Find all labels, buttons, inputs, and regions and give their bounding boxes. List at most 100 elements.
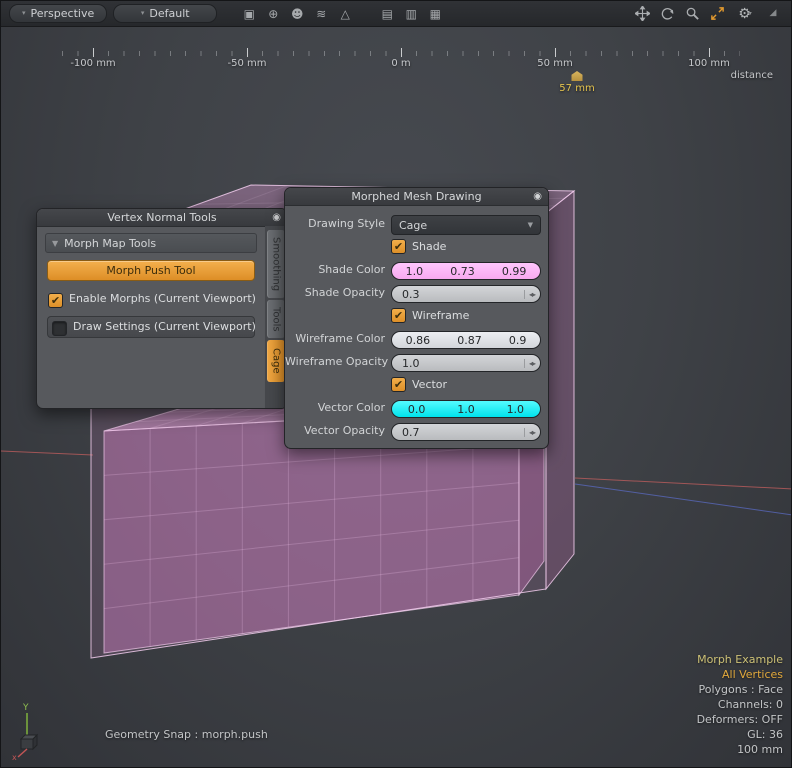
color-r: 0.86 <box>406 334 431 347</box>
layout-icon[interactable]: ▤ <box>377 4 397 24</box>
panel-title: Morphed Mesh Drawing <box>351 190 481 203</box>
tab-smoothing[interactable]: Smoothing <box>267 230 285 298</box>
draw-settings-checkbox[interactable] <box>52 321 67 336</box>
section-label: Morph Map Tools <box>64 237 156 250</box>
color-b: 0.99 <box>502 265 527 278</box>
gear-icon[interactable]: ⚙ ▾ <box>732 4 758 24</box>
vector-color-row: Vector Color 0.0 1.0 1.0 <box>285 398 541 418</box>
enable-morphs-checkbox[interactable]: ✔ <box>48 293 63 308</box>
wireframe-checkbox[interactable]: ✔ <box>391 308 406 323</box>
mini-slider-icon[interactable]: ◂▸ <box>524 359 535 368</box>
vnt-titlebar[interactable]: Vertex Normal Tools ◉ <box>37 209 287 227</box>
chevron-down-icon: ▾ <box>749 11 752 17</box>
chevron-down-icon: ▼ <box>528 221 533 229</box>
page-icon[interactable]: ▥ <box>401 4 421 24</box>
vector-checkbox[interactable]: ✔ <box>391 377 406 392</box>
check-icon: ✔ <box>394 309 403 322</box>
fit-view-icon[interactable] <box>707 4 727 24</box>
checkbox-label: Shade <box>412 237 446 257</box>
wireframe-color-field[interactable]: 0.86 0.87 0.9 <box>391 331 541 349</box>
color-r: 1.0 <box>406 265 424 278</box>
grip-glyph: ◢ <box>770 9 777 18</box>
vector-row: ✔ Vector <box>285 375 541 395</box>
color-b: 1.0 <box>507 403 525 416</box>
pan-icon[interactable] <box>632 4 652 24</box>
viewport-option-icons: ▣ ⊕ ☻ ≋ △ <box>239 4 355 24</box>
target-icon[interactable]: ◉ <box>272 213 281 223</box>
field-label <box>285 375 391 395</box>
color-b: 0.9 <box>509 334 527 347</box>
tab-tools[interactable]: Tools <box>267 300 285 338</box>
morph-map-tools-section[interactable]: ▼ Morph Map Tools <box>45 233 257 253</box>
field-label: Vector Opacity <box>285 421 391 441</box>
wireframe-row: ✔ Wireframe <box>285 306 541 326</box>
drawing-style-dropdown[interactable]: Cage ▼ <box>391 215 541 235</box>
mesh-icon[interactable]: △ <box>335 4 355 24</box>
color-g: 0.73 <box>450 265 475 278</box>
chevron-down-icon: ▾ <box>141 10 145 17</box>
perspective-label: Perspective <box>31 7 95 20</box>
perspective-dropdown[interactable]: ▾ Perspective <box>9 4 107 23</box>
head-icon[interactable]: ☻ <box>287 4 307 24</box>
color-g: 1.0 <box>457 403 475 416</box>
target-icon[interactable]: ◉ <box>533 192 542 202</box>
camera-icon[interactable]: ▣ <box>239 4 259 24</box>
checkbox-label: Enable Morphs (Current Viewport) <box>69 289 256 309</box>
mmd-titlebar[interactable]: Morphed Mesh Drawing ◉ <box>285 188 548 206</box>
button-label: Morph Push Tool <box>106 264 195 277</box>
color-g: 0.87 <box>457 334 482 347</box>
drawing-style-row: Drawing Style Cage ▼ <box>285 214 541 234</box>
panel-title: Vertex Normal Tools <box>107 211 216 224</box>
vector-color-field[interactable]: 0.0 1.0 1.0 <box>391 400 541 418</box>
globe-icon[interactable]: ⊕ <box>263 4 283 24</box>
tab-cage[interactable]: Cage <box>267 340 285 382</box>
axis-gizmo: Y x <box>11 699 57 761</box>
z-axis-line <box>575 484 792 515</box>
chevron-down-icon: ▾ <box>22 10 26 17</box>
book-icon[interactable]: ▦ <box>425 4 445 24</box>
shade-opacity-row: Shade Opacity 0.3 ◂▸ <box>285 283 541 303</box>
shade-color-field[interactable]: 1.0 0.73 0.99 <box>391 262 541 280</box>
shade-checkbox[interactable]: ✔ <box>391 239 406 254</box>
enable-morphs-row: ✔ Enable Morphs (Current Viewport) <box>48 289 257 309</box>
vertex-normal-tools-panel: Vertex Normal Tools ◉ ▼ Morph Map Tools … <box>36 208 288 409</box>
checkbox-label: Draw Settings (Current Viewport) <box>73 317 256 337</box>
shade-color-row: Shade Color 1.0 0.73 0.99 <box>285 260 541 280</box>
field-label: Wireframe Opacity <box>285 352 391 372</box>
waves-icon[interactable]: ≋ <box>311 4 331 24</box>
shade-opacity-slider[interactable]: 0.3 ◂▸ <box>391 285 541 303</box>
x-axis-arrow <box>18 749 27 757</box>
info-line: Deformers: OFF <box>697 712 783 727</box>
x-axis-label: x <box>12 753 17 761</box>
orbit-icon[interactable] <box>657 4 677 24</box>
field-label: Wireframe Color <box>285 329 391 349</box>
mini-slider-icon[interactable]: ◂▸ <box>524 428 535 437</box>
modo-viewport-window: ▾ Perspective ▾ Default ▣ ⊕ ☻ ≋ △ ▤ ▥ ▦ <box>0 0 792 768</box>
wireframe-opacity-slider[interactable]: 1.0 ◂▸ <box>391 354 541 372</box>
zoom-icon[interactable] <box>682 4 702 24</box>
info-line: GL: 36 <box>697 727 783 742</box>
morphed-mesh-drawing-panel: Morphed Mesh Drawing ◉ Drawing Style Cag… <box>284 187 549 449</box>
layout-icons: ▤ ▥ ▦ <box>377 4 445 24</box>
field-label: Vector Color <box>285 398 391 418</box>
thumb-grip-icon[interactable]: ◢ <box>763 4 783 24</box>
color-r: 0.0 <box>408 403 426 416</box>
navigation-icons: ⚙ ▾ ◢ <box>632 4 783 24</box>
mini-slider-icon[interactable]: ◂▸ <box>524 290 535 299</box>
info-line: Morph Example <box>697 652 783 667</box>
wireframe-color-row: Wireframe Color 0.86 0.87 0.9 <box>285 329 541 349</box>
check-icon: ✔ <box>51 294 60 307</box>
shading-style-dropdown[interactable]: ▾ Default <box>113 4 217 23</box>
x-axis-line <box>1 451 93 455</box>
check-icon: ✔ <box>394 240 403 253</box>
field-label: Drawing Style <box>285 214 391 234</box>
checkbox-label: Vector <box>412 375 447 395</box>
checkbox-label: Wireframe <box>412 306 469 326</box>
morph-push-tool-button[interactable]: Morph Push Tool <box>47 260 255 281</box>
mmd-body: Drawing Style Cage ▼ ✔ Shade Shade Color… <box>285 206 548 448</box>
vector-opacity-slider[interactable]: 0.7 ◂▸ <box>391 423 541 441</box>
field-label: Shade Opacity <box>285 283 391 303</box>
slider-value: 1.0 <box>402 357 420 370</box>
info-line: Channels: 0 <box>697 697 783 712</box>
draw-settings-button[interactable]: Draw Settings (Current Viewport) <box>47 316 255 338</box>
